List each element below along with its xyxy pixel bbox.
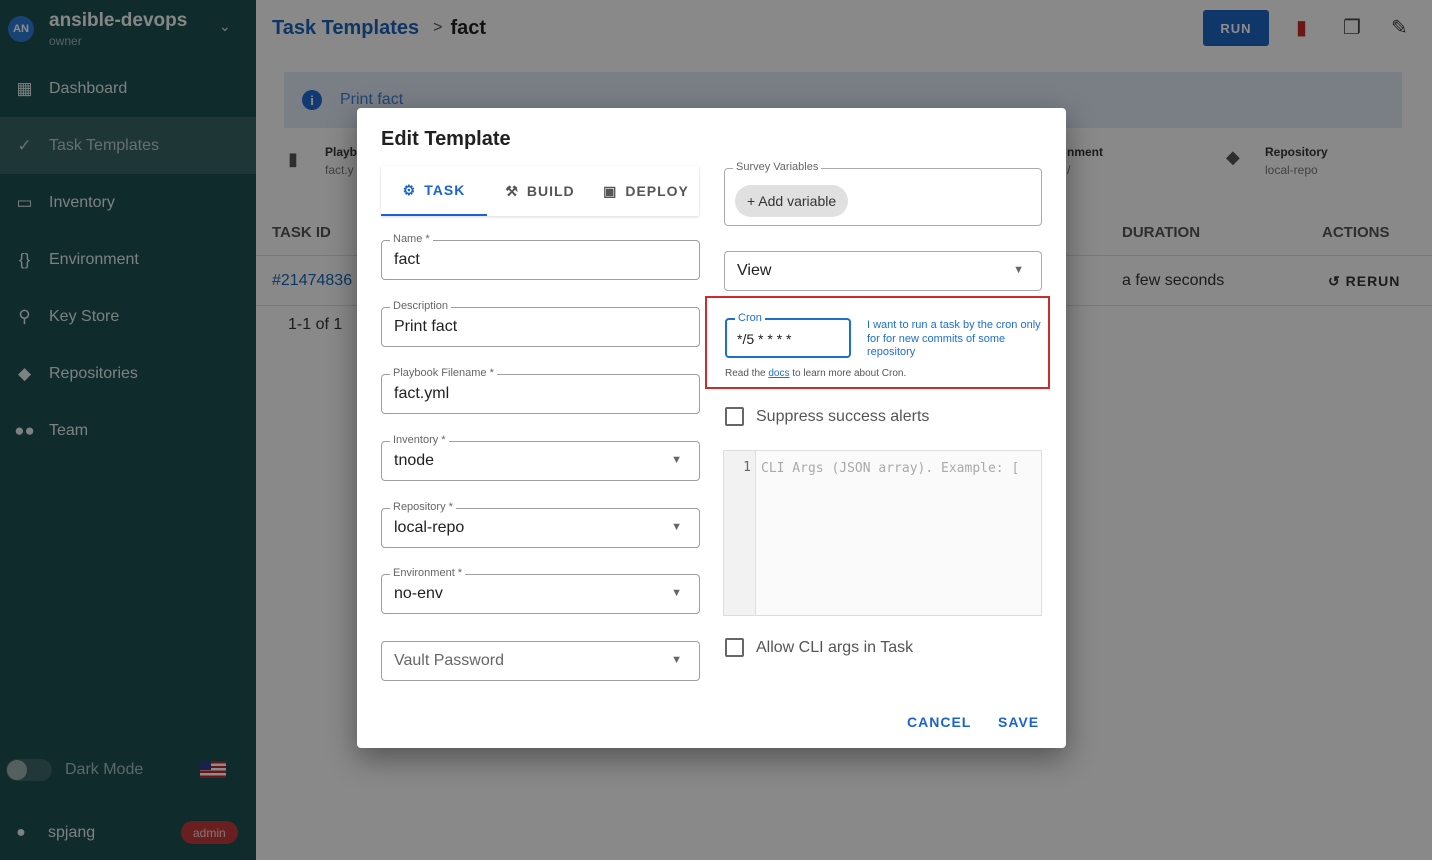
tab-label: TASK [424, 182, 466, 198]
dropdown-arrow-icon: ▼ [671, 587, 682, 599]
deploy-icon: ▣ [603, 182, 618, 199]
description-field[interactable]: Description Print fact [381, 300, 700, 347]
suppress-alerts-checkbox[interactable] [725, 407, 744, 426]
cron-docs-link[interactable]: docs [768, 368, 789, 379]
gear-icon: ⚙ [402, 181, 417, 198]
cron-help-prefix: Read the [725, 368, 766, 379]
field-placeholder: Vault Password [394, 652, 504, 669]
cli-args-placeholder: CLI Args (JSON array). Example: [ [761, 461, 1020, 476]
tab-deploy[interactable]: ▣ DEPLOY [593, 166, 699, 216]
field-value: tnode [394, 452, 435, 469]
playbook-filename-field[interactable]: Playbook Filename * fact.yml [381, 367, 700, 414]
add-variable-button[interactable]: + Add variable [735, 185, 849, 217]
name-field[interactable]: Name * fact [381, 233, 700, 280]
allow-cli-args-label: Allow CLI args in Task [756, 639, 914, 656]
field-value: local-repo [394, 519, 465, 536]
tab-label: BUILD [526, 183, 575, 199]
field-value: Print fact [394, 318, 458, 335]
field-value: fact.yml [394, 385, 450, 402]
inventory-select[interactable]: Inventory * tnode ▼ [381, 434, 700, 481]
dropdown-arrow-icon: ▼ [671, 654, 682, 666]
field-value: View [737, 262, 772, 279]
field-label: Cron [735, 312, 765, 324]
field-value: no-env [394, 585, 443, 602]
dialog-tabs: ⚙ TASK ⚒ BUILD ▣ DEPLOY [381, 166, 699, 216]
cancel-button[interactable]: CANCEL [907, 714, 971, 730]
environment-select[interactable]: Environment * no-env ▼ [381, 567, 700, 614]
field-label: Survey Variables [733, 161, 822, 173]
wrench-icon: ⚒ [505, 182, 519, 199]
save-button[interactable]: SAVE [998, 714, 1039, 730]
line-gutter: 1 [724, 451, 756, 615]
suppress-alerts-label: Suppress success alerts [756, 408, 930, 425]
tab-label: DEPLOY [625, 183, 689, 199]
dropdown-arrow-icon: ▼ [671, 521, 682, 533]
edit-template-dialog: Edit Template ⚙ TASK ⚒ BUILD ▣ DEPLOY Na… [357, 108, 1066, 748]
repository-select[interactable]: Repository * local-repo ▼ [381, 501, 700, 548]
field-value: fact [394, 251, 420, 268]
cron-hint-text: I want to run a task by the cron only fo… [867, 319, 1041, 358]
dialog-title: Edit Template [381, 128, 511, 150]
field-value: */5 * * * * [737, 331, 792, 347]
field-label: Inventory * [390, 434, 449, 446]
cron-help-suffix: to learn more about Cron. [792, 368, 907, 379]
field-label: Playbook Filename * [390, 367, 497, 379]
line-number: 1 [743, 460, 751, 475]
cron-highlight-box: Cron */5 * * * * I want to run a task by… [705, 296, 1050, 389]
dropdown-arrow-icon: ▼ [1013, 264, 1024, 276]
field-label: Repository * [390, 501, 456, 513]
field-label: Environment * [390, 567, 466, 579]
tab-task[interactable]: ⚙ TASK [381, 166, 487, 216]
cron-help: Read the docs to learn more about Cron. [725, 368, 906, 379]
survey-variables-box: Survey Variables + Add variable [724, 161, 1042, 226]
vault-password-select[interactable]: Vault Password ▼ [381, 641, 700, 681]
allow-cli-args-checkbox[interactable] [725, 638, 744, 657]
view-select[interactable]: View ▼ [724, 251, 1042, 291]
cli-args-editor[interactable]: 1 CLI Args (JSON array). Example: [ [723, 450, 1042, 616]
tab-build[interactable]: ⚒ BUILD [487, 166, 593, 216]
dropdown-arrow-icon: ▼ [671, 454, 682, 466]
cron-input[interactable]: Cron */5 * * * * [725, 312, 851, 358]
field-label: Description [390, 300, 452, 312]
field-label: Name * [390, 233, 433, 245]
